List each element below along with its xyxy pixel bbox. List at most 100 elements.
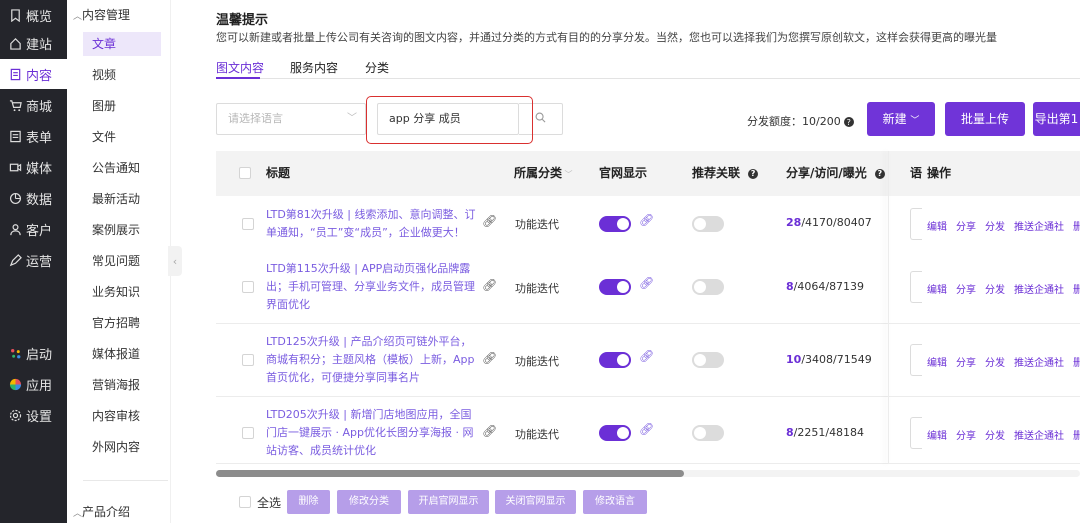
push-link[interactable]: 推送企通社	[1014, 285, 1064, 296]
nav-item-content[interactable]: 内容	[0, 59, 67, 89]
bulk-delete-button[interactable]: 删除	[287, 490, 330, 514]
edit-link[interactable]: 编辑	[927, 222, 947, 233]
link-icon[interactable]: 🔗︎	[482, 214, 497, 228]
export-button[interactable]: 导出第1	[1033, 102, 1080, 136]
distribute-link[interactable]: 分发	[985, 431, 1005, 442]
active-tab-indicator	[216, 77, 260, 79]
link-icon[interactable]: 🔗︎	[639, 422, 654, 436]
link-icon[interactable]: 🔗︎	[482, 278, 497, 292]
site-display-toggle[interactable]	[599, 216, 631, 232]
sidebar-item-events[interactable]: 最新活动	[83, 187, 161, 211]
site-display-toggle[interactable]	[599, 352, 631, 368]
nav-item-forms[interactable]: 表单	[0, 121, 67, 151]
bulk-enable-display-button[interactable]: 开启官网显示	[408, 490, 489, 514]
bulk-disable-display-button[interactable]: 关闭官网显示	[495, 490, 576, 514]
nav-item-data[interactable]: 数据	[0, 183, 67, 213]
select-all-label[interactable]: 全选	[257, 494, 281, 511]
row-language-select[interactable]	[910, 417, 922, 449]
recommend-toggle[interactable]	[692, 425, 724, 441]
nav-item-overview[interactable]: 概览	[0, 0, 67, 30]
article-title-link[interactable]: LTD第81次升级 | 线索添加、意向调整、订单通知，“员工”变“成员”，企业做…	[266, 206, 481, 242]
nav-item-media[interactable]: 媒体	[0, 152, 67, 182]
link-icon[interactable]: 🔗︎	[639, 213, 654, 227]
article-title-link[interactable]: LTD205次升级 | 新增门店地图应用，全国门店一键展示 · App优化长图分…	[266, 406, 481, 460]
row-language-select[interactable]	[910, 344, 922, 376]
delete-link[interactable]: 删除	[1073, 285, 1080, 296]
push-link[interactable]: 推送企通社	[1014, 222, 1064, 233]
push-link[interactable]: 推送企通社	[1014, 431, 1064, 442]
sidebar-item-jobs[interactable]: 官方招聘	[83, 311, 161, 335]
delete-link[interactable]: 删除	[1073, 431, 1080, 442]
nav-item-settings[interactable]: 设置	[0, 400, 67, 430]
edit-link[interactable]: 编辑	[927, 285, 947, 296]
tab-article-content[interactable]: 图文内容	[216, 59, 264, 76]
batch-upload-button[interactable]: 批量上传	[945, 102, 1025, 136]
link-icon[interactable]: 🔗︎	[482, 351, 497, 365]
nav-item-site[interactable]: 建站	[0, 28, 67, 58]
sidebar-item-articles[interactable]: 文章	[83, 32, 161, 56]
horizontal-scrollbar-thumb[interactable]	[216, 470, 684, 477]
delete-link[interactable]: 删除	[1073, 222, 1080, 233]
push-link[interactable]: 推送企通社	[1014, 358, 1064, 369]
distribute-link[interactable]: 分发	[985, 285, 1005, 296]
recommend-toggle[interactable]	[692, 352, 724, 368]
sidebar-item-faq[interactable]: 常见问题	[83, 249, 161, 273]
site-display-toggle[interactable]	[599, 279, 631, 295]
row-language-select[interactable]	[910, 208, 922, 240]
nav-item-customers[interactable]: 客户	[0, 214, 67, 244]
edit-link[interactable]: 编辑	[927, 358, 947, 369]
recommend-toggle[interactable]	[692, 216, 724, 232]
sidebar-item-videos[interactable]: 视频	[83, 63, 161, 87]
recommend-toggle[interactable]	[692, 279, 724, 295]
help-icon[interactable]: ?	[843, 117, 854, 127]
distribute-link[interactable]: 分发	[985, 358, 1005, 369]
sidebar-item-cases[interactable]: 案例展示	[83, 218, 161, 242]
link-icon[interactable]: 🔗︎	[482, 424, 497, 438]
site-display-toggle[interactable]	[599, 425, 631, 441]
row-checkbox[interactable]	[242, 354, 254, 366]
sidebar-item-albums[interactable]: 图册	[83, 94, 161, 118]
nav-item-mall[interactable]: 商城	[0, 90, 67, 120]
sidebar-collapse-handle[interactable]: ‹	[168, 246, 182, 276]
link-icon[interactable]: 🔗︎	[639, 276, 654, 290]
link-icon[interactable]: 🔗︎	[639, 349, 654, 363]
row-checkbox[interactable]	[242, 281, 254, 293]
nav-item-launch[interactable]: 启动	[0, 338, 67, 368]
sidebar-item-external[interactable]: 外网内容	[83, 435, 161, 459]
share-link[interactable]: 分享	[956, 222, 976, 233]
tab-categories[interactable]: 分类	[365, 59, 389, 76]
help-icon[interactable]: ?	[874, 168, 885, 179]
sidebar-item-posters[interactable]: 营销海报	[83, 373, 161, 397]
share-link[interactable]: 分享	[956, 358, 976, 369]
row-checkbox[interactable]	[242, 427, 254, 439]
select-all-checkbox[interactable]	[239, 496, 251, 508]
delete-link[interactable]: 删除	[1073, 358, 1080, 369]
nav-item-operations[interactable]: 运营	[0, 245, 67, 275]
row-language-select[interactable]	[910, 271, 922, 303]
share-link[interactable]: 分享	[956, 285, 976, 296]
sidebar-group-product-intro[interactable]: ︿产品介绍	[73, 503, 130, 520]
article-title-link[interactable]: LTD125次升级 | 产品介绍页可链外平台，商城有积分；主题风格（模板）上新，…	[266, 333, 481, 387]
tab-service-content[interactable]: 服务内容	[290, 59, 338, 76]
article-title-link[interactable]: LTD第115次升级 | APP启动页强化品牌露出；手机可管理、分享业务文件，成…	[266, 260, 481, 314]
edit-link[interactable]: 编辑	[927, 431, 947, 442]
sidebar-item-knowledge[interactable]: 业务知识	[83, 280, 161, 304]
sidebar-item-files[interactable]: 文件	[83, 125, 161, 149]
bulk-change-language-button[interactable]: 修改语言	[583, 490, 647, 514]
distribute-link[interactable]: 分发	[985, 222, 1005, 233]
row-checkbox[interactable]	[242, 218, 254, 230]
help-icon[interactable]: ?	[748, 168, 759, 179]
header-checkbox[interactable]	[239, 167, 251, 179]
share-link[interactable]: 分享	[956, 431, 976, 442]
language-select[interactable]: 请选择语言 ﹀	[216, 103, 366, 135]
sidebar-item-press[interactable]: 媒体报道	[83, 342, 161, 366]
nav-item-apps[interactable]: 应用	[0, 369, 67, 399]
new-button[interactable]: 新建 ﹀	[867, 102, 935, 136]
sidebar-group-content-management[interactable]: ︿内容管理	[73, 6, 130, 23]
bulk-change-category-button[interactable]: 修改分类	[337, 490, 401, 514]
col-category[interactable]: 所属分类 ﹀	[514, 151, 573, 197]
main-content: 温馨提示 您可以新建或者批量上传公司有关咨询的图文内容，并通过分类的方式有目的的…	[185, 0, 1080, 523]
col-language: 语	[910, 166, 923, 180]
sidebar-item-review[interactable]: 内容审核	[83, 404, 161, 428]
sidebar-item-notices[interactable]: 公告通知	[83, 156, 161, 180]
